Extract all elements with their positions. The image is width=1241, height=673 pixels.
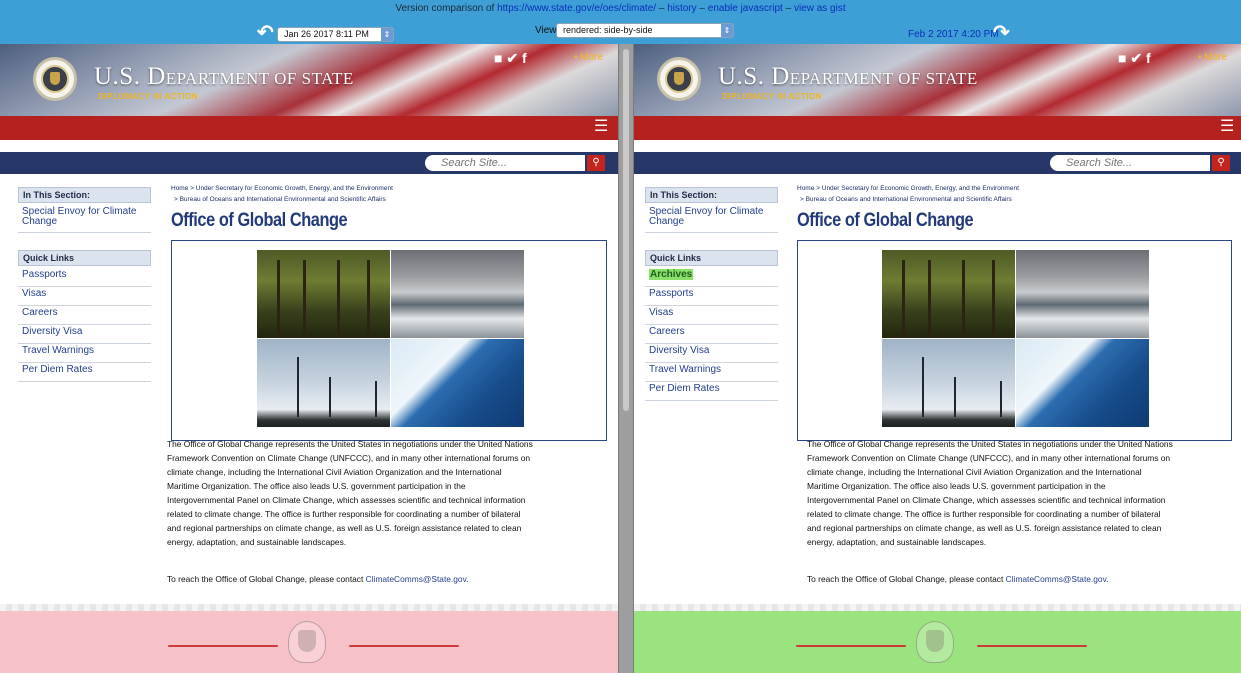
description-paragraph: The Office of Global Change represents t… (167, 439, 533, 547)
view-label: View (535, 25, 557, 36)
sidebar-link-special-envoy[interactable]: Special Envoy for Climate Change (645, 206, 778, 233)
more-link[interactable]: • More (1198, 52, 1227, 63)
hamburger-menu-icon[interactable]: ☰ (1220, 118, 1234, 136)
quick-link-per-diem-rates[interactable]: Per Diem Rates (18, 364, 151, 382)
right-version-date[interactable]: Feb 2 2017 4:20 PM (908, 29, 999, 40)
left-version-select[interactable]: Jan 26 2017 8:11 PM ⇕ (277, 27, 394, 42)
breadcrumb-bureau[interactable]: > Bureau of Oceans and International Env… (174, 196, 386, 203)
quick-links-heading: Quick Links (645, 250, 778, 266)
quick-link-visas[interactable]: Visas (18, 288, 151, 306)
site-header-banner: U.S. DEPARTMENT OF STATE DIPLOMACY IN AC… (634, 44, 1241, 116)
search-input[interactable] (425, 155, 585, 171)
compared-url-link[interactable]: https://www.state.gov/e/oes/climate/ (497, 3, 656, 14)
quick-link-passports[interactable]: Passports (18, 269, 151, 287)
quick-link-archives[interactable]: Archives (645, 269, 778, 287)
footer-removed-highlight (0, 611, 618, 673)
page-title: Office of Global Change (797, 210, 974, 231)
quick-link-diversity-visa[interactable]: Diversity Visa (18, 326, 151, 344)
separator: – (656, 3, 668, 14)
breadcrumb[interactable]: Home > Under Secretary for Economic Grow… (171, 185, 393, 192)
search-input[interactable] (1050, 155, 1210, 171)
separator: – (696, 3, 708, 14)
comparison-prefix: Version comparison of (395, 3, 498, 14)
pane-scrollbar[interactable] (618, 44, 634, 673)
contact-line: To reach the Office of Global Change, pl… (167, 574, 469, 584)
search-bar: ⚲ (0, 152, 618, 174)
search-icon: ⚲ (592, 157, 600, 168)
search-bar: ⚲ (634, 152, 1241, 174)
view-as-gist-link[interactable]: view as gist (794, 3, 846, 14)
site-header-banner: U.S. DEPARTMENT OF STATE DIPLOMACY IN AC… (0, 44, 618, 116)
contact-email-link[interactable]: ClimateComms@State.gov (1006, 574, 1107, 584)
breadcrumb-bureau[interactable]: > Bureau of Oceans and International Env… (800, 196, 1012, 203)
comparison-title: Version comparison of https://www.state.… (0, 3, 1241, 14)
description-paragraph: The Office of Global Change represents t… (807, 439, 1173, 547)
view-mode-value: rendered: side-by-side (563, 25, 653, 35)
contact-email-link[interactable]: ClimateComms@State.gov (366, 574, 467, 584)
footer-added-highlight (634, 611, 1241, 673)
view-mode-select[interactable]: rendered: side-by-side ⇕ (556, 23, 734, 38)
climate-photo-collage (882, 250, 1149, 427)
contact-line: To reach the Office of Global Change, pl… (807, 574, 1109, 584)
state-department-seal-icon (33, 57, 77, 101)
state-department-seal-icon (657, 57, 701, 101)
footer-seal-icon (288, 621, 326, 663)
social-icons[interactable]: ■ ✔ f (1118, 50, 1151, 67)
enable-javascript-link[interactable]: enable javascript (708, 3, 783, 14)
comparison-toolbar: Version comparison of https://www.state.… (0, 0, 1241, 44)
search-button[interactable]: ⚲ (1212, 155, 1230, 171)
hamburger-menu-icon[interactable]: ☰ (594, 118, 608, 136)
scrollbar-thumb[interactable] (623, 49, 629, 411)
tagline: DIPLOMACY IN ACTION (98, 92, 199, 101)
breadcrumb[interactable]: Home > Under Secretary for Economic Grow… (797, 185, 1019, 192)
quick-links-heading: Quick Links (18, 250, 151, 266)
select-stepper-icon: ⇕ (721, 24, 733, 37)
history-link[interactable]: history (667, 3, 696, 14)
quick-link-travel-warnings[interactable]: Travel Warnings (18, 345, 151, 363)
red-nav-bar: ☰ (634, 116, 1241, 140)
separator: – (782, 3, 794, 14)
footer-seal-icon (916, 621, 954, 663)
quick-link-travel-warnings[interactable]: Travel Warnings (645, 364, 778, 382)
right-version-pane: U.S. DEPARTMENT OF STATE DIPLOMACY IN AC… (634, 44, 1241, 673)
arrow-down-left-icon: ↶ (257, 22, 274, 44)
quick-link-passports[interactable]: Passports (645, 288, 778, 306)
added-archives-highlight: Archives (649, 269, 694, 280)
red-nav-bar: ☰ (0, 116, 618, 140)
search-button[interactable]: ⚲ (587, 155, 605, 171)
page-title: Office of Global Change (171, 210, 348, 231)
more-link[interactable]: • More (574, 52, 603, 63)
tagline: DIPLOMACY IN ACTION (722, 92, 823, 101)
arrow-down-right-icon: ↷ (993, 22, 1010, 44)
quick-link-careers[interactable]: Careers (645, 326, 778, 344)
climate-photo-collage (257, 250, 524, 427)
in-this-section-heading: In This Section: (645, 187, 778, 203)
left-version-pane: U.S. DEPARTMENT OF STATE DIPLOMACY IN AC… (0, 44, 618, 673)
department-name: U.S. DEPARTMENT OF STATE (94, 63, 354, 90)
in-this-section-heading: In This Section: (18, 187, 151, 203)
social-icons[interactable]: ■ ✔ f (494, 50, 527, 67)
quick-link-per-diem-rates[interactable]: Per Diem Rates (645, 383, 778, 401)
select-stepper-icon: ⇕ (381, 28, 393, 41)
search-icon: ⚲ (1217, 157, 1225, 168)
department-name: U.S. DEPARTMENT OF STATE (718, 63, 978, 90)
quick-link-diversity-visa[interactable]: Diversity Visa (645, 345, 778, 363)
sidebar-link-special-envoy[interactable]: Special Envoy for Climate Change (18, 206, 151, 233)
quick-link-visas[interactable]: Visas (645, 307, 778, 325)
quick-link-careers[interactable]: Careers (18, 307, 151, 325)
left-version-date: Jan 26 2017 8:11 PM (284, 29, 369, 39)
